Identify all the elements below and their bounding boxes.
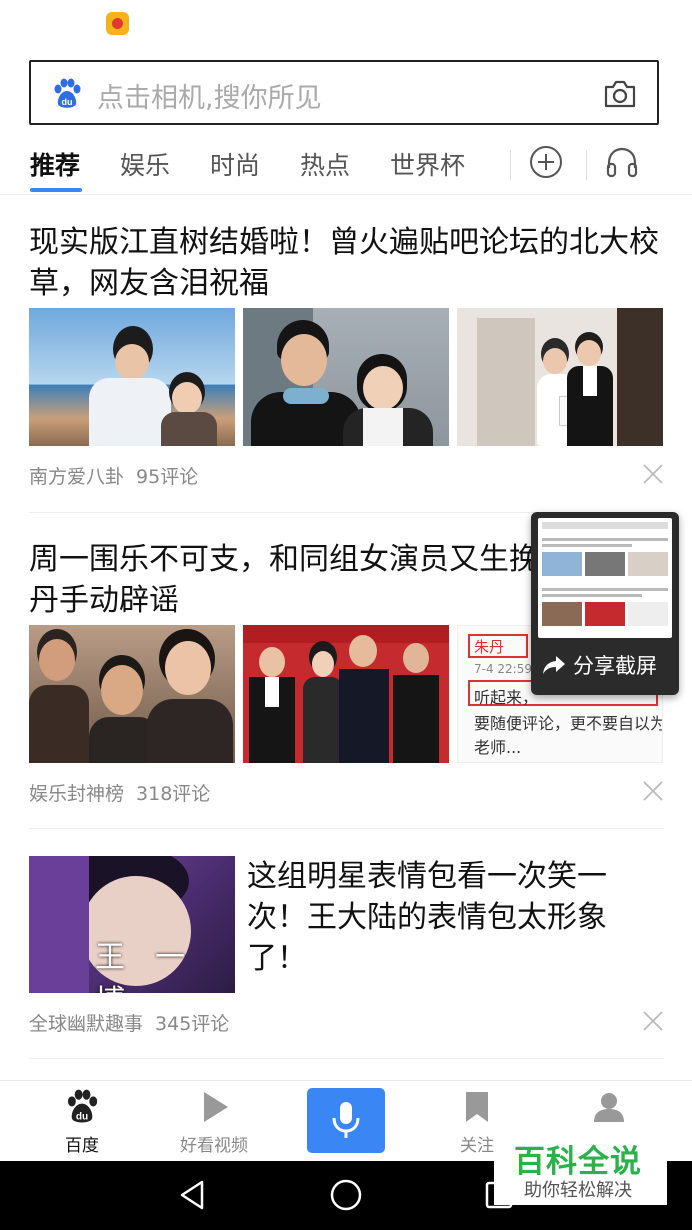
screenshot-preview[interactable] (538, 518, 672, 638)
home-icon[interactable] (329, 1178, 363, 1212)
play-icon (204, 1092, 228, 1122)
article-meta: 南方爱八卦 95评论 (29, 462, 198, 489)
thumb-text: 老师... (474, 738, 522, 757)
close-icon[interactable] (642, 1010, 664, 1032)
active-tab-indicator (30, 188, 82, 192)
baidu-paw-icon: du (54, 78, 81, 108)
tab-divider (586, 150, 587, 180)
screenshot-share-popup[interactable]: 分享截屏 (531, 512, 679, 695)
share-screenshot-label: 分享截屏 (573, 654, 657, 678)
comment-count: 95评论 (136, 466, 199, 488)
share-arrow-icon (543, 656, 565, 674)
feed-divider (29, 1058, 664, 1059)
thumb-text: 王一博 (95, 940, 215, 993)
tab-world-cup[interactable]: 世界杯 (390, 146, 465, 182)
tab-entertainment[interactable]: 娱乐 (120, 146, 170, 182)
watermark-title: 百科全说 (514, 1144, 642, 1180)
article-source: 全球幽默趣事 (29, 1013, 144, 1035)
close-icon[interactable] (642, 463, 664, 485)
nav-haokan-video[interactable]: 好看视频 (164, 1089, 264, 1156)
comment-count: 318评论 (136, 783, 211, 805)
add-channel-icon[interactable] (528, 144, 564, 180)
article-meta: 娱乐封神榜 318评论 (29, 779, 210, 806)
article-title[interactable]: 现实版江直树结婚啦！曾火遍贴吧论坛的北大校草，网友含泪祝福 (29, 222, 664, 304)
microphone-icon (332, 1102, 360, 1138)
close-icon[interactable] (642, 780, 664, 802)
article-thumbnail[interactable] (29, 308, 235, 446)
thumb-text: 听起来， (474, 688, 539, 707)
nav-baidu[interactable]: du 百度 (32, 1089, 132, 1156)
bookmark-icon (466, 1092, 488, 1122)
search-bar[interactable]: du 点击相机,搜你所见 (29, 60, 659, 125)
headphones-icon[interactable] (604, 144, 640, 180)
weibo-notification-icon (106, 12, 129, 35)
article-meta: 全球幽默趣事 345评论 (29, 1009, 229, 1036)
feed-divider (29, 828, 664, 829)
article-title[interactable]: 这组明星表情包看一次笑一次！王大陆的表情包太形象了！ (247, 856, 657, 979)
category-tabs: 推荐 娱乐 时尚 热点 世界杯 (0, 140, 692, 195)
nav-label: 好看视频 (180, 1136, 248, 1156)
camera-icon[interactable] (603, 78, 637, 110)
svg-text:du: du (62, 97, 73, 107)
thumb-text: 朱丹 (474, 638, 505, 656)
nav-label: 百度 (65, 1136, 99, 1156)
nav-profile[interactable] (559, 1089, 659, 1131)
tab-fashion[interactable]: 时尚 (210, 146, 260, 182)
tab-recommend[interactable]: 推荐 (30, 146, 80, 182)
thumb-text: 要随便评论，更不要自以为 (474, 714, 663, 733)
back-icon[interactable] (176, 1179, 208, 1211)
article-thumbnail[interactable] (29, 625, 235, 763)
article-source: 南方爱八卦 (29, 466, 125, 488)
svg-text:du: du (76, 1111, 88, 1122)
article-thumbnail[interactable] (243, 308, 449, 446)
article-thumbnail[interactable] (243, 625, 449, 763)
baidu-paw-icon: du (67, 1089, 98, 1123)
user-icon (594, 1093, 624, 1122)
share-screenshot-button[interactable]: 分享截屏 (541, 650, 671, 680)
article-thumbnail[interactable] (457, 308, 663, 446)
thumb-text: 7-4 22:59 (474, 662, 532, 676)
nav-label: 关注 (460, 1136, 494, 1156)
search-placeholder[interactable]: 点击相机,搜你所见 (97, 76, 322, 115)
article-thumbnail[interactable]: 王一博 (29, 856, 235, 993)
comment-count: 345评论 (155, 1013, 230, 1035)
watermark-subtitle: 助你轻松解决 (524, 1180, 632, 1201)
watermark: 百科全说 助你轻松解决 (494, 1132, 667, 1205)
tab-divider (510, 150, 511, 180)
voice-search-button[interactable] (307, 1088, 385, 1153)
tab-hot[interactable]: 热点 (300, 146, 350, 182)
article-source: 娱乐封神榜 (29, 783, 125, 805)
